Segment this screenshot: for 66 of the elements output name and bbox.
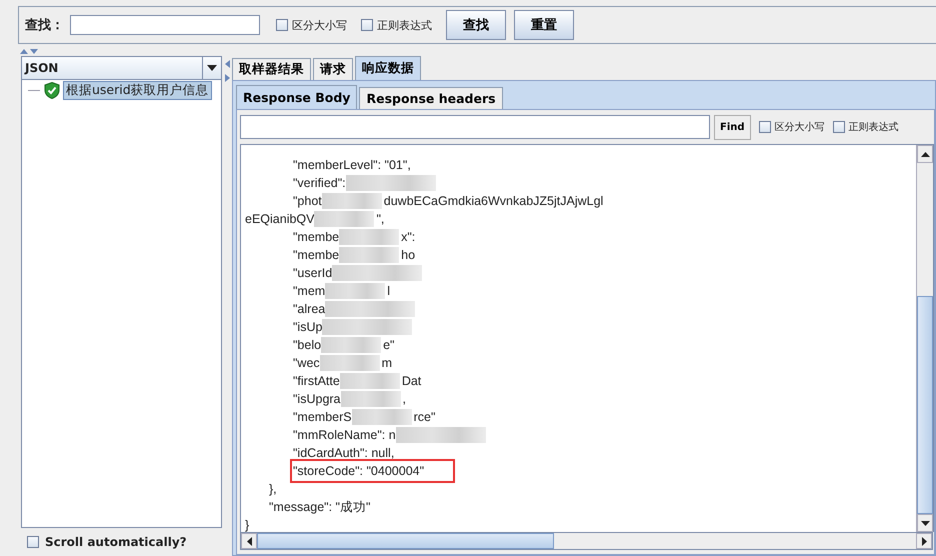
code-line: "isUpgra <box>293 391 341 408</box>
checkbox-label: 区分大小写 <box>292 18 347 32</box>
code-line: "isUp <box>293 319 322 336</box>
tab[interactable]: Response headers <box>359 87 503 109</box>
code-line: "idCardAuth": null, <box>293 445 394 462</box>
right-arrow-icon <box>922 536 926 546</box>
code-line: "verified": <box>293 175 346 192</box>
checkbox[interactable] <box>27 536 39 548</box>
code-line: "message": "成功" <box>269 499 370 516</box>
scrollbar-thumb[interactable] <box>917 296 933 514</box>
search-field[interactable] <box>70 15 260 35</box>
code-line: "mmRoleName": n <box>293 427 396 444</box>
checkbox[interactable] <box>832 121 845 133</box>
checkbox-label: 正则表达式 <box>848 120 899 134</box>
code-line: Dat <box>402 373 422 390</box>
up-arrow-icon <box>920 152 930 156</box>
renderer-dropdown[interactable]: JSON <box>21 56 222 80</box>
code-line: "membe <box>293 247 340 264</box>
code-line: ", <box>376 211 384 228</box>
vertical-scrollbar[interactable] <box>916 145 933 532</box>
find-field[interactable] <box>240 115 710 139</box>
tab[interactable]: 取样器结果 <box>232 58 311 80</box>
code-line: m <box>382 355 392 372</box>
code-line: l <box>387 283 390 300</box>
tree-item[interactable]: 根据userid获取用户信息 <box>64 82 211 99</box>
code-line: "wec <box>293 355 320 372</box>
checkbox-label: Scroll automatically? <box>45 535 187 549</box>
horizontal-scrollbar[interactable] <box>240 532 933 550</box>
search-label: 查找： <box>25 17 64 34</box>
code-line: "userId <box>293 265 332 282</box>
checkbox-label: 区分大小写 <box>774 120 825 134</box>
checkbox-label: 正则表达式 <box>377 18 432 32</box>
code-line: }, <box>269 481 277 498</box>
search-button[interactable]: 重置 <box>514 10 574 40</box>
code-line: "mem <box>293 283 326 300</box>
tab[interactable]: Response Body <box>236 85 358 109</box>
dropdown-caret-icon <box>207 65 217 71</box>
checkbox[interactable] <box>276 19 288 31</box>
checkbox[interactable] <box>361 19 373 31</box>
code-line: "phot <box>293 193 322 210</box>
code-line: "alrea <box>293 301 326 318</box>
find-button[interactable]: Find <box>714 114 751 140</box>
code-line: "storeCode": "0400004" <box>293 462 452 480</box>
response-body-text-area[interactable] <box>241 145 916 532</box>
code-line: "membe <box>293 229 340 246</box>
search-button[interactable]: 查找 <box>446 10 506 40</box>
code-line: "belo <box>293 337 322 354</box>
code-line: duwbECaGmdkia6WvnkabJZ5jtJAjwLgl <box>384 193 604 210</box>
code-line: eEQianibQV <box>245 211 314 228</box>
down-arrow-icon <box>920 520 930 526</box>
scrollbar-thumb[interactable] <box>257 533 554 549</box>
code-line: ho <box>401 247 416 264</box>
code-line: rce" <box>414 409 436 426</box>
code-line: "firstAtte <box>293 373 340 390</box>
code-line: e" <box>383 337 394 354</box>
tab[interactable]: 响应数据 <box>355 56 421 80</box>
tab[interactable]: 请求 <box>313 58 353 80</box>
code-line: "memberLevel": "01", <box>293 157 411 174</box>
left-arrow-icon <box>246 536 252 546</box>
code-line: , <box>402 391 406 408</box>
code-line: "memberS <box>293 409 352 426</box>
code-line: x": <box>401 229 416 246</box>
code-line: } <box>245 517 250 532</box>
collapse-arrows-icon[interactable] <box>224 60 230 82</box>
checkbox[interactable] <box>758 121 771 133</box>
collapse-arrows-icon[interactable] <box>20 48 38 54</box>
